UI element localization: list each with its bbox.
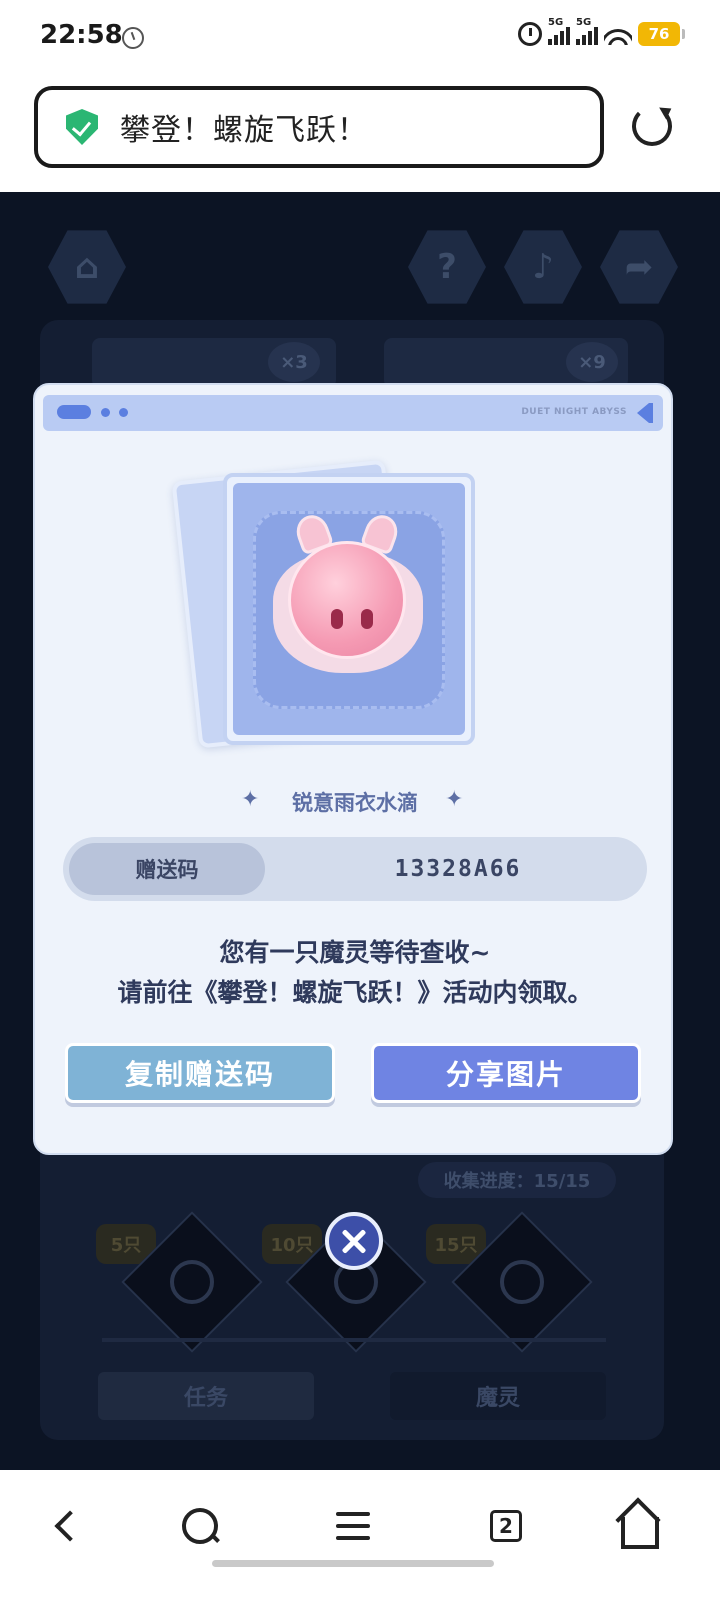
back-icon[interactable] <box>36 1496 96 1556</box>
shield-check-icon <box>66 109 98 145</box>
gesture-home-indicator[interactable] <box>212 1560 494 1567</box>
help-hex-icon[interactable]: ? <box>408 230 486 304</box>
signal-label: 5G <box>576 17 592 28</box>
menu-icon[interactable] <box>322 1496 382 1556</box>
message-line-2: 请前往《攀登！螺旋飞跃！》活动内领取。 <box>117 978 593 1007</box>
help-symbol: ? <box>437 247 457 287</box>
signal-label: 5G <box>548 17 564 28</box>
header-arrow-icon <box>637 403 653 423</box>
tab-tasks[interactable]: 任务 <box>98 1372 314 1420</box>
sparkle-icon: ✦ <box>445 787 464 812</box>
collection-progress: 收集进度：15/15 <box>418 1162 616 1198</box>
search-icon[interactable] <box>170 1496 230 1556</box>
notification-icon <box>122 27 144 49</box>
home-icon[interactable] <box>610 1496 670 1556</box>
gift-code-label: 赠送码 <box>69 843 265 895</box>
page-title: 攀登！螺旋飞跃！ <box>120 113 368 148</box>
header-pill-decoration <box>57 405 91 419</box>
character-name: 锐意雨衣水滴 <box>292 791 418 815</box>
count-badge: ×3 <box>268 342 320 382</box>
music-hex-icon[interactable]: ♪ <box>504 230 582 304</box>
alarm-icon <box>518 22 542 46</box>
battery-indicator: 76 <box>638 22 685 46</box>
message-line-1: 您有一只魔灵等待查收~ <box>219 938 491 967</box>
tab-tasks-label: 任务 <box>183 1386 228 1411</box>
wifi-icon <box>604 23 632 45</box>
copy-code-button[interactable]: 复制赠送码 <box>65 1043 335 1103</box>
status-icons: 5G 5G 76 <box>518 17 685 46</box>
gift-code-value: 13328A66 <box>394 856 522 882</box>
status-time: 22:58 <box>40 20 123 50</box>
reload-icon[interactable] <box>632 106 672 146</box>
check-icon <box>500 1260 544 1304</box>
close-button[interactable] <box>325 1212 383 1270</box>
tabs-icon[interactable]: 2 <box>476 1496 536 1556</box>
modal-header-bar: DUET NIGHT ABYSS <box>43 395 663 431</box>
character-card <box>223 473 475 745</box>
header-dot-decoration <box>119 408 128 417</box>
card-inner <box>233 483 465 735</box>
address-bar[interactable]: 攀登！螺旋飞跃！ <box>34 86 604 168</box>
home-hex-icon[interactable]: ⌂ <box>48 230 126 304</box>
brand-text: DUET NIGHT ABYSS <box>521 407 627 417</box>
character-image <box>288 541 406 659</box>
share-image-button[interactable]: 分享图片 <box>371 1043 641 1103</box>
check-icon <box>170 1260 214 1304</box>
tab-spirits[interactable]: 魔灵 <box>390 1372 606 1420</box>
tab-count: 2 <box>490 1510 522 1542</box>
gift-modal: DUET NIGHT ABYSS ✦ 锐意雨衣水滴 ✦ 赠送码 13328A66… <box>33 383 673 1155</box>
signal-icon: 5G <box>576 17 598 45</box>
share-hex-icon[interactable]: ➦ <box>600 230 678 304</box>
browser-bottom-nav: 2 <box>0 1470 720 1600</box>
character-eye <box>331 609 343 629</box>
status-bar: 22:58 5G 5G 76 <box>0 0 720 76</box>
header-dot-decoration <box>101 408 110 417</box>
character-eye <box>361 609 373 629</box>
gift-code-row: 赠送码 13328A66 <box>63 837 647 901</box>
progress-track <box>102 1338 606 1342</box>
tab-spirits-label: 魔灵 <box>475 1386 520 1411</box>
signal-icon: 5G <box>548 17 570 45</box>
count-badge: ×9 <box>566 342 618 382</box>
music-symbol: ♪ <box>532 247 554 287</box>
